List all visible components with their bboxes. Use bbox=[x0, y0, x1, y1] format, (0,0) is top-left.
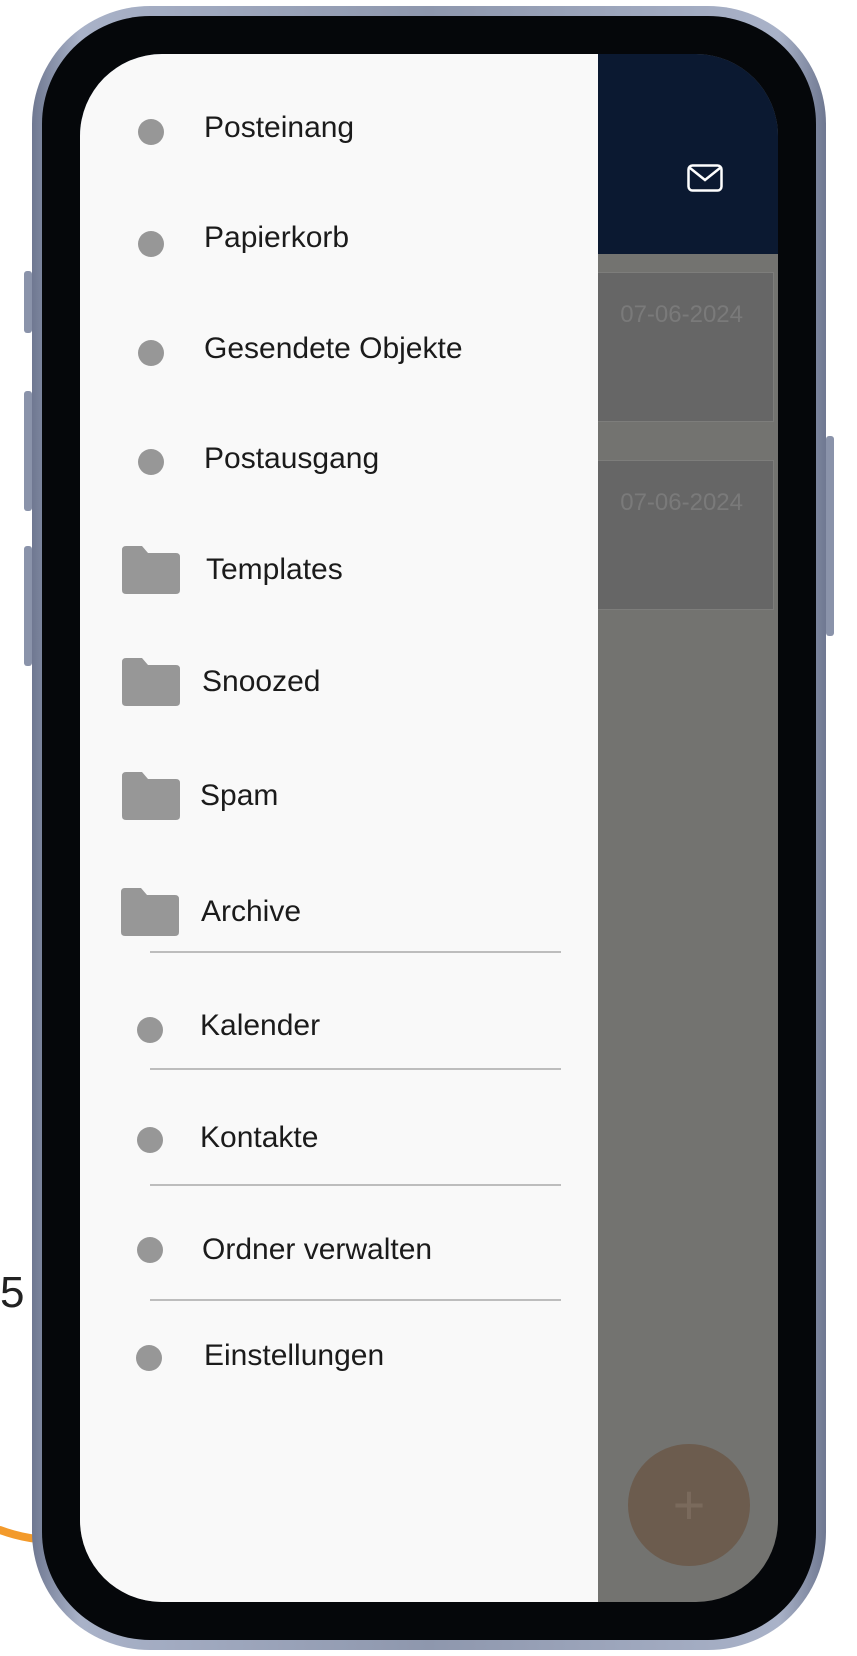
dot-icon bbox=[138, 119, 164, 145]
phone-silent-switch bbox=[24, 271, 32, 333]
drawer-item-label: Kontakte bbox=[200, 1121, 319, 1154]
drawer-item-label: Posteinang bbox=[204, 111, 355, 144]
dot-icon bbox=[138, 449, 164, 475]
drawer-item-label: Ordner verwalten bbox=[202, 1233, 433, 1266]
drawer-divider bbox=[150, 951, 561, 953]
phone-screen: 07-06-2024 07-06-2024 + Posteinang Papie… bbox=[80, 54, 778, 1602]
dot-icon bbox=[138, 231, 164, 257]
drawer-item-ordner-verwalten[interactable]: Ordner verwalten bbox=[80, 1216, 598, 1276]
folder-icon bbox=[122, 772, 180, 820]
drawer-item-posteingang[interactable]: Posteinang bbox=[80, 96, 598, 156]
drawer-item-kontakte[interactable]: Kontakte bbox=[80, 1106, 598, 1166]
drawer-item-label: Archive bbox=[201, 895, 302, 928]
dot-icon bbox=[137, 1017, 163, 1043]
drawer-divider bbox=[150, 1068, 561, 1070]
message-date: 07-06-2024 bbox=[620, 301, 743, 328]
drawer-item-label: Spam bbox=[200, 779, 279, 812]
drawer-item-spam[interactable]: Spam bbox=[80, 760, 598, 820]
dot-icon bbox=[137, 1237, 163, 1263]
plus-icon: + bbox=[672, 1473, 706, 1536]
drawer-item-label: Postausgang bbox=[204, 442, 380, 475]
drawer-item-postausgang[interactable]: Postausgang bbox=[80, 426, 598, 486]
navigation-drawer: Posteinang Papierkorb Gesendete Objekte … bbox=[80, 54, 598, 1602]
phone-volume-up bbox=[24, 391, 32, 511]
side-mark: 5 bbox=[0, 1268, 25, 1317]
folder-icon bbox=[121, 888, 179, 936]
drawer-divider bbox=[150, 1299, 561, 1301]
dot-icon bbox=[137, 1127, 163, 1153]
drawer-divider bbox=[150, 1184, 561, 1186]
drawer-item-einstellungen[interactable]: Einstellungen bbox=[80, 1324, 598, 1384]
drawer-item-papierkorb[interactable]: Papierkorb bbox=[80, 206, 598, 266]
drawer-item-snoozed[interactable]: Snoozed bbox=[80, 648, 598, 708]
folder-icon bbox=[122, 658, 180, 706]
drawer-item-label: Templates bbox=[206, 553, 343, 586]
drawer-item-archive[interactable]: Archive bbox=[80, 876, 598, 936]
dot-icon bbox=[138, 340, 164, 366]
drawer-item-gesendete-objekte[interactable]: Gesendete Objekte bbox=[80, 316, 598, 376]
folder-icon bbox=[122, 546, 180, 594]
phone-volume-down bbox=[24, 546, 32, 666]
drawer-item-label: Gesendete Objekte bbox=[204, 332, 463, 365]
drawer-item-templates[interactable]: Templates bbox=[80, 536, 598, 596]
drawer-item-label: Kalender bbox=[200, 1009, 321, 1042]
dot-icon bbox=[136, 1345, 162, 1371]
message-card[interactable]: 07-06-2024 bbox=[580, 460, 774, 610]
phone-frame: 07-06-2024 07-06-2024 + Posteinang Papie… bbox=[24, 6, 834, 1650]
drawer-item-kalender[interactable]: Kalender bbox=[80, 994, 598, 1054]
compose-button[interactable]: + bbox=[628, 1444, 750, 1566]
drawer-item-label: Snoozed bbox=[202, 665, 321, 698]
message-date: 07-06-2024 bbox=[620, 489, 743, 516]
drawer-item-label: Einstellungen bbox=[204, 1339, 385, 1372]
phone-power-button bbox=[826, 436, 834, 636]
message-card[interactable]: 07-06-2024 bbox=[580, 272, 774, 422]
phone-bezel: 07-06-2024 07-06-2024 + Posteinang Papie… bbox=[42, 16, 816, 1640]
mail-icon[interactable] bbox=[687, 164, 723, 192]
drawer-item-label: Papierkorb bbox=[204, 221, 350, 254]
